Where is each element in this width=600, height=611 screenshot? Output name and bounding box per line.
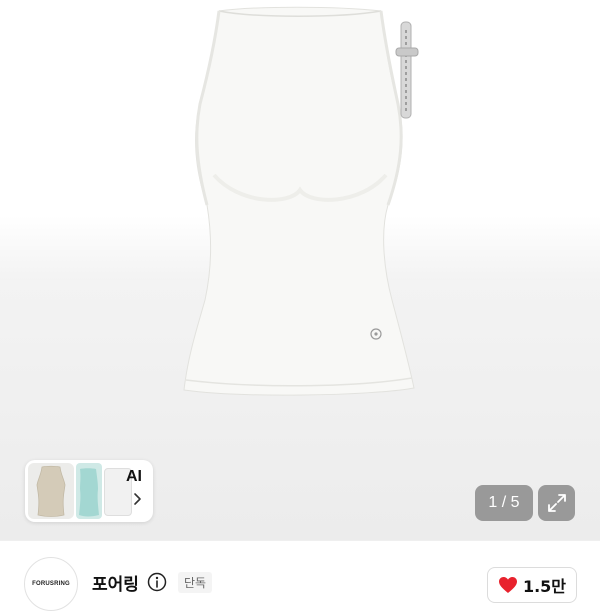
expand-icon [547, 494, 566, 512]
ai-label: AI [126, 468, 142, 485]
ai-similar-items-card[interactable]: AI [25, 460, 153, 522]
store-logo-text: FORUSRING [32, 581, 70, 587]
product-image [183, 6, 419, 396]
product-image-gallery[interactable] [0, 0, 600, 540]
store-logo[interactable]: FORUSRING [24, 557, 78, 611]
exclusive-badge: 단독 [178, 572, 213, 593]
ai-thumbnail-secondary [76, 463, 102, 519]
like-count: 1.5만 [522, 577, 567, 596]
store-name[interactable]: 포어링 [92, 570, 139, 595]
store-row: FORUSRING 포어링 단독 1.5만 [0, 541, 600, 611]
heart-icon [498, 577, 517, 593]
chevron-right-icon [134, 493, 141, 505]
image-pager: 1 / 5 [475, 485, 533, 521]
ai-thumbnail-main [28, 463, 74, 519]
expand-button[interactable] [538, 485, 575, 521]
info-icon[interactable] [147, 572, 167, 592]
like-button[interactable]: 1.5만 [487, 567, 577, 603]
